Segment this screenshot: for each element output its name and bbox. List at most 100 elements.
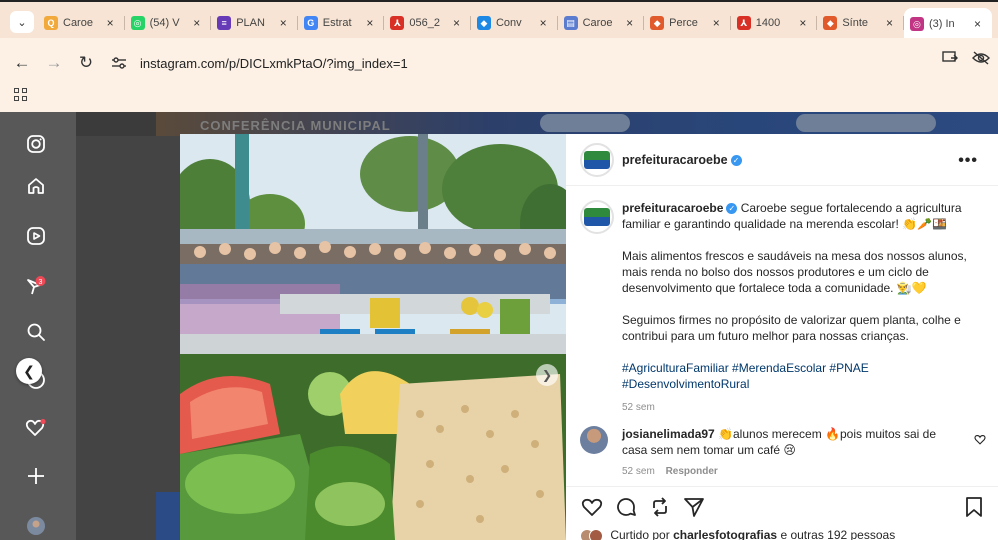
reload-icon: ↻: [78, 53, 94, 72]
tab-label: 1400: [755, 17, 781, 29]
comment-like-icon[interactable]: [974, 432, 986, 450]
browser-tab[interactable]: ◆ Perce ×: [644, 8, 731, 38]
close-icon[interactable]: ×: [974, 17, 986, 31]
search-icon: Q: [44, 16, 58, 30]
url-text: instagram.com/p/DICLxmkPtaO/?img_index=1: [140, 55, 408, 71]
instagram-icon: ◎: [909, 17, 924, 31]
notifications-icon[interactable]: [24, 416, 48, 440]
browser-tab[interactable]: Q Caroe ×: [38, 8, 125, 38]
liked-suffix[interactable]: e outras 192 pessoas: [780, 528, 895, 540]
tab-label: Estrat: [322, 17, 352, 29]
arrow-left-icon: ←: [13, 53, 31, 72]
arrow-right-icon: →: [45, 53, 63, 72]
forms-icon: ≡: [217, 16, 232, 30]
instagram-logo-icon[interactable]: [24, 132, 48, 156]
background-banner: CONFERÊNCIA MUNICIPAL: [156, 112, 998, 136]
caption-hashtags[interactable]: #AgriculturaFamiliar #MerendaEscolar #PN…: [622, 360, 974, 392]
liked-prefix: Curtido por: [610, 528, 670, 540]
browser-tab[interactable]: ≡ PLAN ×: [211, 8, 298, 38]
background-pill: [796, 114, 936, 132]
browser-tab[interactable]: ▤ Caroe ×: [558, 8, 645, 38]
tab-search-button[interactable]: ⌄: [10, 11, 34, 33]
close-icon[interactable]: ×: [799, 16, 811, 30]
browser-tab[interactable]: G Estrat ×: [298, 8, 385, 38]
background-pill: [540, 114, 630, 132]
browser-tab[interactable]: ⅄ 1400 ×: [731, 8, 818, 38]
reels-icon[interactable]: [24, 224, 48, 248]
close-icon[interactable]: ×: [107, 16, 119, 30]
site-settings-icon[interactable]: [108, 52, 130, 74]
account-name[interactable]: prefeituracaroebe ✓: [622, 153, 742, 167]
cast-icon[interactable]: [942, 51, 958, 69]
tab-label: (3) In: [928, 18, 955, 30]
browser-tab[interactable]: ◆ Conv ×: [471, 8, 558, 38]
close-icon[interactable]: ×: [366, 16, 378, 30]
likes-summary: Curtido por charlesfotografias e outras …: [580, 528, 895, 540]
background-banner-text: CONFERÊNCIA MUNICIPAL: [200, 118, 391, 133]
save-icon[interactable]: [962, 495, 986, 519]
close-icon[interactable]: ×: [540, 16, 552, 30]
back-button[interactable]: ←: [10, 51, 34, 75]
caption-text-p3: Seguimos firmes no propósito de valoriza…: [622, 313, 961, 343]
more-options-button[interactable]: •••: [958, 152, 978, 170]
commenter-username[interactable]: josianelimada97: [622, 427, 715, 441]
close-icon[interactable]: ×: [713, 16, 725, 30]
comment-icon[interactable]: [614, 495, 638, 519]
tab-label: Perce: [669, 17, 698, 29]
liker-avatar: [589, 528, 603, 540]
tab-strip: ⌄ Q Caroe × ◎ (54) V × ≡ PLAN × G Estrat × ⅄ 056_2 × ◆ C…: [0, 0, 998, 40]
previous-post-button[interactable]: ❮: [16, 358, 42, 384]
account-avatar[interactable]: [580, 143, 614, 177]
browser-tab[interactable]: ⅄ 056_2 ×: [384, 8, 471, 38]
close-icon[interactable]: ×: [453, 16, 465, 30]
caption-username[interactable]: prefeituracaroebe: [622, 201, 723, 215]
close-icon[interactable]: ×: [886, 16, 898, 30]
chevron-down-icon: ⌄: [17, 16, 27, 29]
share-icon[interactable]: [682, 495, 706, 519]
profile-avatar-icon[interactable]: [24, 514, 48, 538]
caption-text-p2: Mais alimentos frescos e saudáveis na me…: [622, 249, 967, 295]
comment-meta: 52 sem Responder: [622, 466, 718, 477]
chevron-right-icon: ❯: [541, 368, 553, 382]
post-image[interactable]: ❯: [180, 134, 566, 540]
close-icon[interactable]: ×: [280, 16, 292, 30]
reload-button[interactable]: ↻: [74, 51, 98, 75]
like-icon[interactable]: [580, 495, 604, 519]
browser-tab[interactable]: ◎ (3) In ×: [903, 8, 992, 40]
post-details-panel: prefeituracaroebe ✓ ••• prefeituracaroebe…: [566, 134, 998, 540]
instagram-sidebar: 3: [0, 112, 76, 540]
close-icon[interactable]: ×: [626, 16, 638, 30]
address-bar[interactable]: instagram.com/p/DICLxmkPtaO/?img_index=1: [108, 47, 978, 79]
search-icon[interactable]: [24, 320, 48, 344]
messages-icon[interactable]: 3: [24, 274, 48, 298]
post-header: prefeituracaroebe ✓ •••: [566, 134, 998, 186]
browser-tab[interactable]: ◎ (54) V ×: [125, 8, 212, 38]
next-image-button[interactable]: ❯: [536, 364, 558, 386]
browser-tab[interactable]: ◆ Sínte ×: [817, 8, 904, 38]
close-icon[interactable]: ×: [193, 16, 205, 30]
forward-button[interactable]: →: [42, 51, 66, 75]
apps-grid-icon[interactable]: [14, 88, 28, 102]
comment-body: josianelimada97 👏alunos merecem 🔥pois mu…: [622, 426, 962, 458]
tab-label: Caroe: [582, 17, 613, 29]
repost-icon[interactable]: [648, 495, 672, 519]
tab-list: Q Caroe × ◎ (54) V × ≡ PLAN × G Estrat × ⅄ 056_2 × ◆ Con…: [38, 8, 992, 40]
tab-label: Sínte: [842, 17, 869, 29]
commenter-avatar[interactable]: [580, 426, 608, 454]
create-icon[interactable]: [24, 464, 48, 488]
tab-label: Conv: [495, 17, 522, 29]
liked-user[interactable]: charlesfotografias: [673, 528, 777, 540]
gem-icon: ◆: [476, 16, 491, 30]
reply-button[interactable]: Responder: [666, 466, 718, 477]
pdf-icon: ⅄: [736, 16, 751, 30]
home-icon[interactable]: [24, 174, 48, 198]
whatsapp-icon: ◎: [130, 16, 145, 30]
eye-off-icon[interactable]: [972, 51, 990, 69]
caption-avatar[interactable]: [580, 200, 614, 234]
comment-time: 52 sem: [622, 466, 655, 477]
tab-label: (54) V: [149, 17, 180, 29]
background-dim: [76, 136, 180, 540]
post-time: 52 sem: [622, 402, 655, 413]
tab-label: Caroe: [63, 17, 93, 29]
post-actions: [566, 486, 998, 526]
